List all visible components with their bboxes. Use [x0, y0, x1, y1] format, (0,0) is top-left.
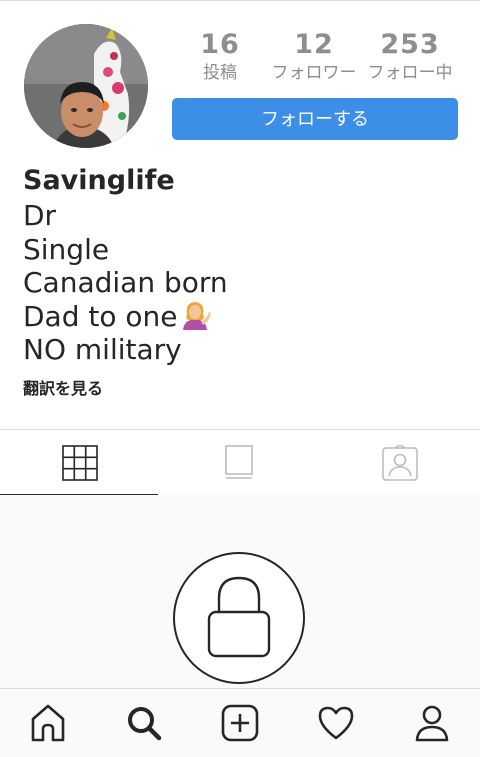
following-label: フォロー中 [367, 63, 453, 83]
bio-line: Canadian born [23, 266, 228, 299]
nav-profile[interactable] [412, 703, 452, 743]
username: Savinglife [23, 165, 175, 196]
bio-line: NO military [23, 333, 182, 366]
nav-add-post[interactable] [220, 703, 260, 743]
home-icon [31, 704, 65, 742]
see-translation-link[interactable]: 翻訳を見る [23, 377, 463, 401]
posts-label: 投稿 [203, 63, 237, 83]
tagged-icon [382, 445, 418, 481]
followers-stat[interactable]: 12 フォロワー [268, 28, 360, 84]
bio-line-with-emoji: Dad to one [23, 300, 463, 334]
add-post-icon [221, 704, 259, 742]
posts-count: 16 [200, 29, 240, 60]
lock-badge [173, 552, 305, 684]
private-account-area [0, 495, 480, 688]
posts-stat: 16 投稿 [192, 28, 248, 84]
bio-line: Dr [23, 199, 57, 232]
tab-list[interactable] [160, 430, 320, 495]
person-tipping-hand-emoji [179, 300, 211, 330]
followers-label: フォロワー [271, 63, 357, 83]
following-count: 253 [380, 29, 440, 60]
followers-count: 12 [294, 29, 334, 60]
nav-activity[interactable] [316, 703, 356, 743]
profile-bio: Savinglife Dr Single Canadian born Dad t… [23, 163, 463, 401]
search-icon [128, 707, 162, 741]
follow-button[interactable]: フォローする [172, 98, 458, 140]
avatar[interactable] [24, 24, 148, 148]
avatar-photo [24, 24, 148, 148]
profile-tabs [0, 429, 480, 496]
bottom-navigation [0, 688, 480, 757]
nav-home[interactable] [28, 703, 68, 743]
tab-grid[interactable] [0, 430, 160, 496]
profile-header: 16 投稿 12 フォロワー 253 フォロー中 フォローする [0, 0, 480, 160]
bio-line: Single [23, 232, 110, 266]
grid-icon [62, 445, 98, 481]
heart-icon [318, 706, 354, 740]
following-stat[interactable]: 253 フォロー中 [365, 28, 455, 84]
nav-search[interactable] [124, 703, 164, 743]
profile-icon [415, 705, 449, 742]
lock-icon [207, 576, 271, 658]
bio-line-text: Dad to one [23, 299, 178, 333]
list-icon [225, 445, 253, 479]
tab-tagged[interactable] [320, 430, 480, 495]
profile-stats: 16 投稿 12 フォロワー 253 フォロー中 [172, 28, 458, 90]
